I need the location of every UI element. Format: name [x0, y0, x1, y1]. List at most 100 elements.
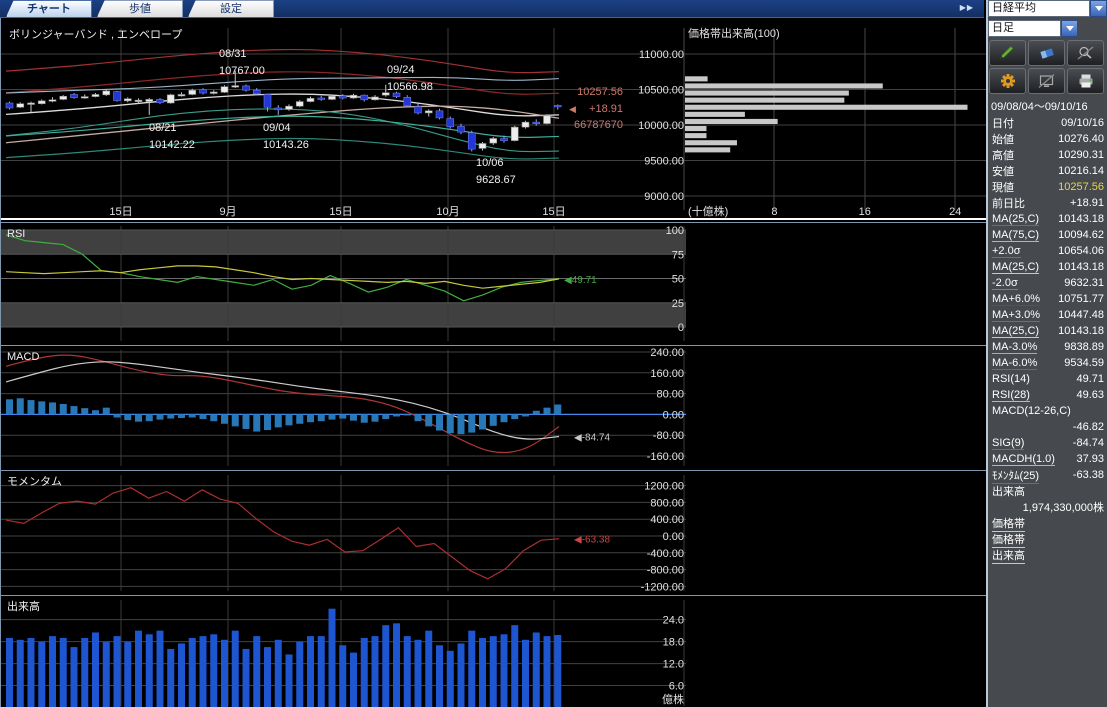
svg-text:24: 24: [949, 206, 961, 218]
candle: [447, 119, 454, 127]
svg-text:◀-84.74: ◀-84.74: [574, 432, 610, 443]
indicator-row: 高値10290.31: [988, 147, 1107, 163]
rsi-panel: 1007550250RSI◀49.71: [1, 225, 686, 341]
indicator-label[interactable]: MACDH(1.0): [992, 453, 1055, 466]
svg-text:-400.00: -400.00: [647, 548, 684, 560]
indicator-label[interactable]: MA(25,C): [992, 261, 1039, 274]
indicator-label: 安値: [992, 163, 1014, 179]
indicator-label[interactable]: 出来高: [992, 547, 1025, 564]
svg-text:66787670: 66787670: [574, 119, 623, 131]
indicator-label[interactable]: MA+6.0%: [992, 293, 1040, 306]
indicator-label: MACD(12-26,C): [992, 405, 1071, 417]
zoom-disabled-button[interactable]: [1067, 40, 1104, 66]
candle: [350, 95, 357, 98]
indicator-label[interactable]: MA-6.0%: [992, 357, 1037, 370]
indicator-label[interactable]: +2.0σ: [992, 245, 1021, 258]
indicator-label: 日付: [992, 115, 1014, 131]
indicator-value: 10751.77: [1058, 293, 1104, 305]
indicator-label[interactable]: -2.0σ: [992, 277, 1018, 290]
indicator-label[interactable]: ﾓﾒﾝﾀﾑ(25): [992, 467, 1039, 484]
candle: [178, 94, 185, 96]
settings-gear-button[interactable]: [989, 68, 1026, 94]
indicator-row: MACD(12-26,C): [988, 403, 1107, 419]
svg-text:-1200.00: -1200.00: [641, 581, 684, 593]
expand-tabs-icon[interactable]: ▶▶: [960, 3, 974, 12]
candle: [189, 90, 196, 94]
indicator-label[interactable]: MA+3.0%: [992, 309, 1040, 322]
indicator-row: MA-6.0%9534.59: [988, 355, 1107, 371]
indicator-label[interactable]: MA-3.0%: [992, 341, 1037, 354]
period-select[interactable]: 日足: [988, 20, 1078, 37]
svg-text:08/21: 08/21: [149, 122, 177, 134]
svg-text:800.00: 800.00: [650, 497, 684, 509]
indicator-value: 49.71: [1076, 373, 1104, 385]
candle: [501, 138, 508, 140]
candle: [286, 106, 293, 109]
candle: [490, 138, 497, 143]
tab-settings[interactable]: 設定: [188, 0, 274, 17]
indicator-value: 10143.18: [1058, 261, 1104, 273]
symbol-dropdown-arrow-icon[interactable]: [1090, 0, 1107, 17]
candle: [49, 100, 56, 102]
indicator-row: ﾓﾒﾝﾀﾑ(25)-63.38: [988, 467, 1107, 483]
macd-histogram: [6, 398, 561, 434]
svg-text:10000.00: 10000.00: [638, 120, 684, 132]
indicator-label[interactable]: SIG(9): [992, 437, 1024, 450]
svg-text:11000.00: 11000.00: [639, 49, 684, 61]
indicator-label[interactable]: MA(25,C): [992, 213, 1039, 226]
indicator-value: 1,974,330,000株: [1023, 499, 1104, 515]
svg-text:出来高: 出来高: [7, 599, 40, 613]
print-button[interactable]: [1067, 68, 1104, 94]
indicator-row: MACDH(1.0) 37.93: [988, 451, 1107, 467]
candle: [382, 93, 389, 95]
tab-tick[interactable]: 歩値: [97, 0, 183, 17]
svg-text:9月: 9月: [219, 206, 236, 218]
candle: [71, 94, 78, 97]
svg-text:10142.22: 10142.22: [149, 139, 195, 151]
indicator-label: 出来高: [992, 483, 1025, 499]
candle: [221, 87, 228, 93]
svg-text:8: 8: [771, 206, 777, 218]
symbol-select[interactable]: 日経平均: [988, 0, 1107, 17]
period-dropdown-arrow-icon[interactable]: [1061, 20, 1078, 37]
candle: [415, 107, 422, 113]
indicator-row: 安値10216.14: [988, 163, 1107, 179]
indicator-row: 1,974,330,000株: [988, 499, 1107, 515]
indicator-label[interactable]: 価格帯: [992, 515, 1025, 532]
indicator-row: MA(25,C)10143.18: [988, 323, 1107, 339]
indicator-value: 10290.31: [1058, 149, 1104, 161]
candle: [511, 127, 518, 140]
svg-text:1200.00: 1200.00: [644, 481, 684, 493]
candle: [544, 116, 551, 124]
svg-text:-800.00: -800.00: [647, 565, 684, 577]
indicator-label[interactable]: MA(25,C): [992, 325, 1039, 338]
candle: [243, 86, 250, 90]
pencil-button[interactable]: [989, 40, 1026, 66]
svg-text:9500.00: 9500.00: [644, 156, 684, 168]
eraser-button[interactable]: [1028, 40, 1065, 66]
screen-slash-icon: [1037, 73, 1057, 89]
svg-text:400.00: 400.00: [650, 514, 684, 526]
indicator-label[interactable]: MA(75,C): [992, 229, 1039, 242]
svg-text:75: 75: [672, 249, 684, 261]
candle: [114, 92, 121, 101]
indicator-row: MA+3.0% 10447.48: [988, 307, 1107, 323]
svg-text:160.00: 160.00: [650, 368, 684, 380]
indicator-value: 37.93: [1076, 453, 1104, 465]
screen-disabled-button[interactable]: [1028, 68, 1065, 94]
candle: [522, 122, 529, 127]
indicator-label[interactable]: RSI(28): [992, 389, 1030, 402]
candle: [6, 103, 13, 108]
candle: [533, 122, 540, 124]
pencil-icon: [998, 45, 1018, 61]
candle: [81, 97, 88, 99]
indicator-label: 現値: [992, 179, 1014, 195]
indicator-value: 9632.31: [1064, 277, 1104, 289]
indicator-value: +18.91: [1070, 197, 1104, 209]
indicator-value: 10447.48: [1058, 309, 1104, 321]
candle: [404, 97, 411, 106]
svg-text:RSI: RSI: [7, 228, 25, 240]
indicator-row: 現値10257.56: [988, 179, 1107, 195]
tab-chart[interactable]: チャート: [6, 0, 92, 17]
indicator-label[interactable]: 価格帯: [992, 531, 1025, 548]
